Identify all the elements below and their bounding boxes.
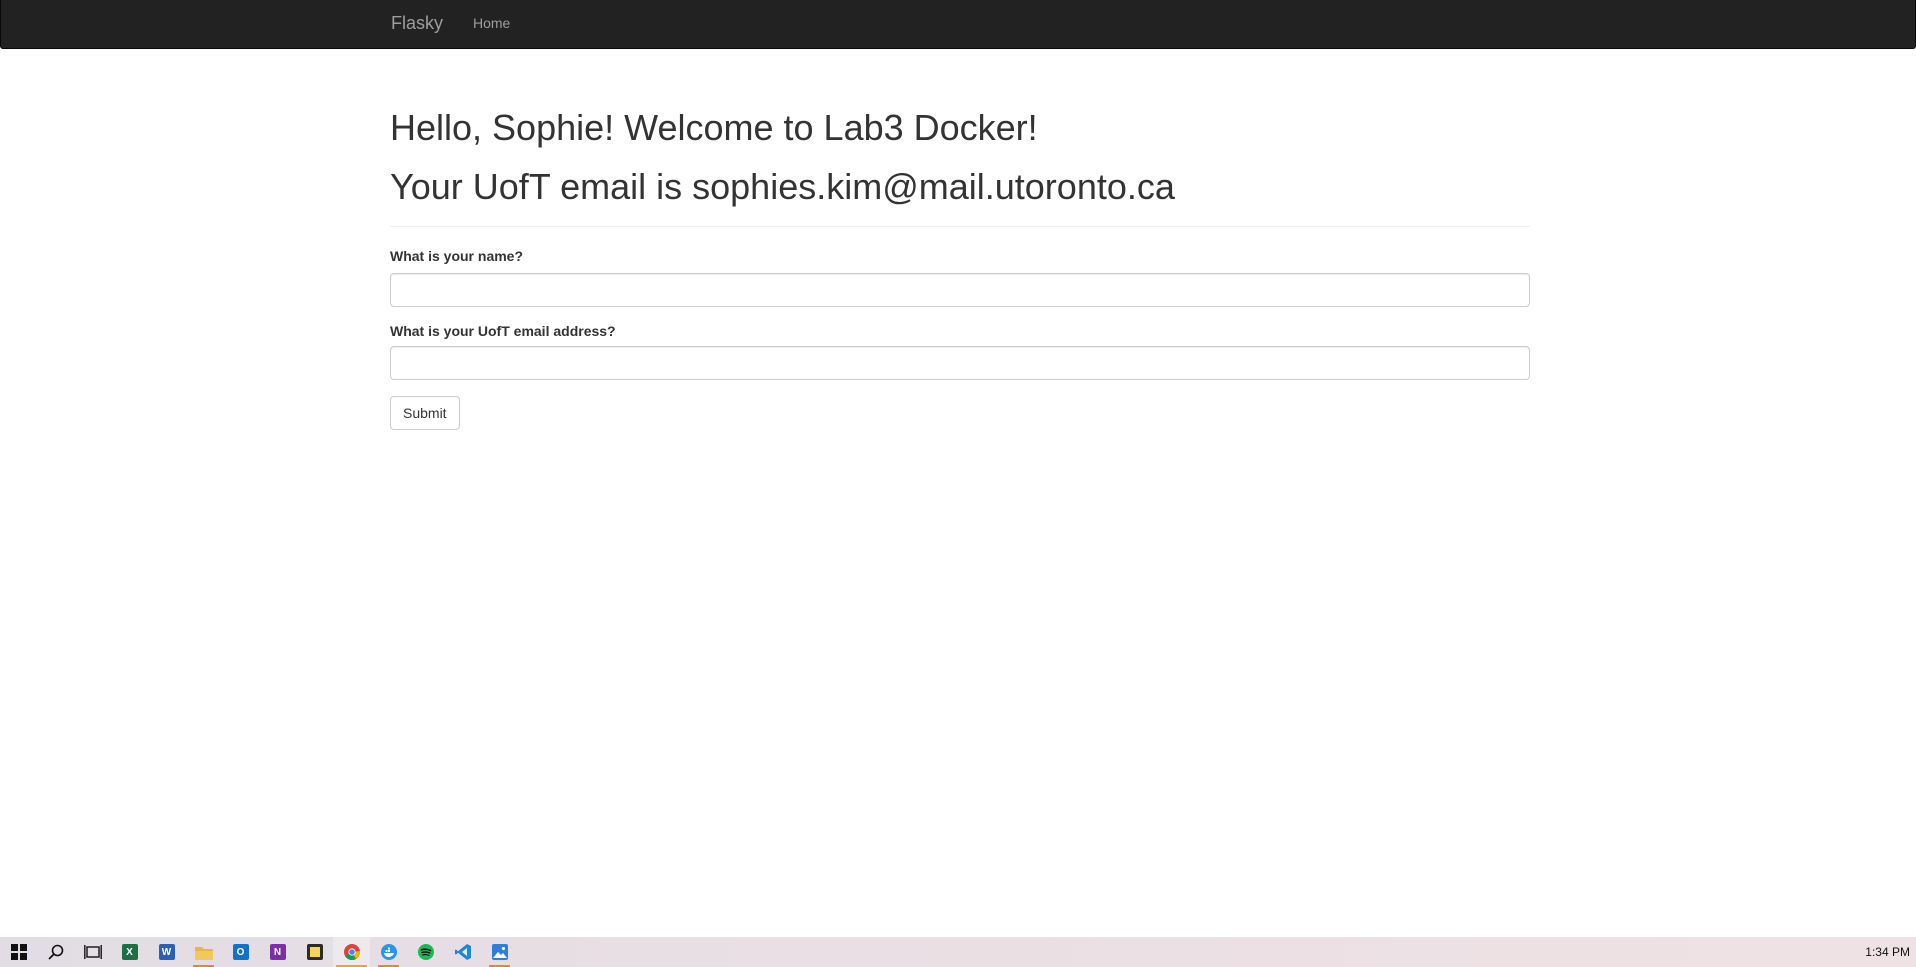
submit-button[interactable]: Submit [390, 396, 460, 430]
windows-taskbar: X W O N 1:34 PM [0, 937, 1916, 967]
taskbar-clock[interactable]: 1:34 PM [1865, 937, 1910, 967]
greeting-heading: Hello, Sophie! Welcome to Lab3 Docker! [390, 107, 1038, 148]
search-icon[interactable] [37, 937, 74, 967]
excel-icon[interactable]: X [111, 937, 148, 967]
email-input[interactable] [390, 346, 1530, 380]
outlook-icon[interactable]: O [222, 937, 259, 967]
photos-icon[interactable] [481, 937, 518, 967]
windows-start-icon[interactable] [0, 937, 37, 967]
sticky-notes-icon[interactable] [296, 937, 333, 967]
header-divider [390, 226, 1530, 227]
nav-link-home[interactable]: Home [473, 0, 510, 48]
word-icon[interactable]: W [148, 937, 185, 967]
email-label: What is your UofT email address? [390, 323, 616, 339]
navbar-brand[interactable]: Flasky [391, 0, 443, 48]
name-input[interactable] [390, 273, 1530, 307]
spotify-icon[interactable] [407, 937, 444, 967]
vscode-icon[interactable] [444, 937, 481, 967]
email-heading: Your UofT email is sophies.kim@mail.utor… [390, 166, 1175, 207]
task-view-icon[interactable] [74, 937, 111, 967]
top-navbar: Flasky Home [0, 0, 1916, 49]
name-label: What is your name? [390, 248, 524, 264]
chrome-icon[interactable] [333, 937, 370, 967]
docker-icon[interactable] [370, 937, 407, 967]
onenote-icon[interactable]: N [259, 937, 296, 967]
file-explorer-icon[interactable] [185, 937, 222, 967]
